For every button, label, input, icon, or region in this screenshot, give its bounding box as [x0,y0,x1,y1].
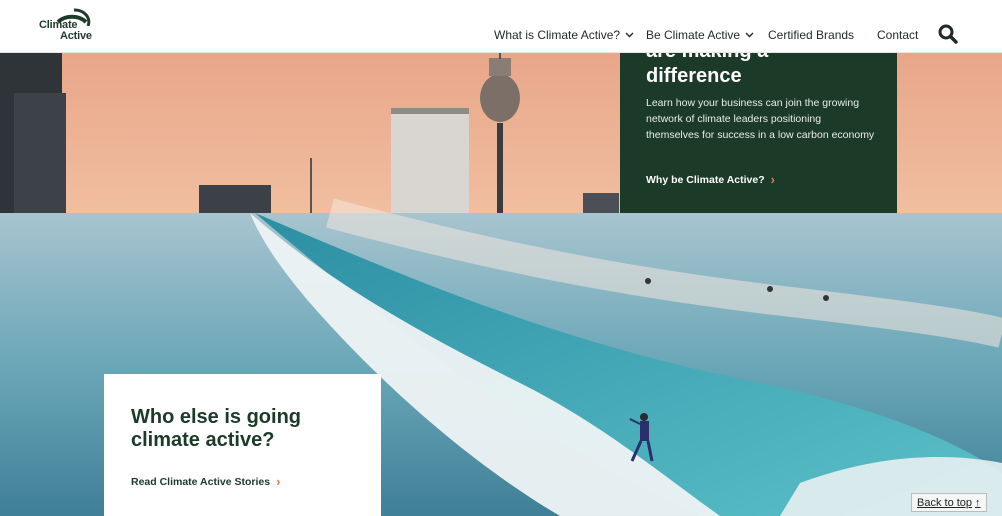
chevron-down-icon [745,32,754,38]
nav-contact[interactable]: Contact [877,28,918,42]
nav-label: What is Climate Active? [494,28,621,42]
climate-active-logo[interactable]: Climate Active [38,6,98,44]
read-stories-link[interactable]: Read Climate Active Stories › [131,474,280,489]
nav-what-is-climate-active[interactable]: What is Climate Active? [494,28,634,42]
nav-label: Certified Brands [768,28,855,42]
logo-text-active: Active [60,30,92,42]
nav-label: Contact [877,28,919,42]
back-to-top-label: Back to top [917,496,973,509]
link-label: Read Climate Active Stories [131,475,271,488]
why-be-climate-active-link[interactable]: Why be Climate Active? › [646,172,775,187]
card-body-text: Learn how your business can join the gro… [646,97,875,141]
site-header: Climate Active What is Climate Active? B… [0,0,1002,53]
card-heading: are making a difference [646,53,876,89]
arrow-up-icon: ↑ [975,496,981,509]
nav-be-climate-active[interactable]: Be Climate Active [646,28,754,42]
card-heading: Who else is going climate active? [131,406,302,451]
card-heading-line1: are making a [646,53,876,64]
card-heading-line2: difference [646,65,742,87]
chevron-right-icon: › [770,172,775,187]
chevron-down-icon [625,32,634,38]
back-to-top-button[interactable]: Back to top ↑ [911,493,987,512]
search-icon[interactable] [938,24,958,44]
nav-label: Be Climate Active [646,28,741,42]
chevron-right-icon: › [276,474,281,489]
who-else-card: Who else is going climate active? Read C… [104,374,381,516]
join-climate-leaders-card: are making a difference Learn how your b… [620,53,897,213]
link-label: Why be Climate Active? [646,173,765,186]
nav-certified-brands[interactable]: Certified Brands [768,28,854,42]
